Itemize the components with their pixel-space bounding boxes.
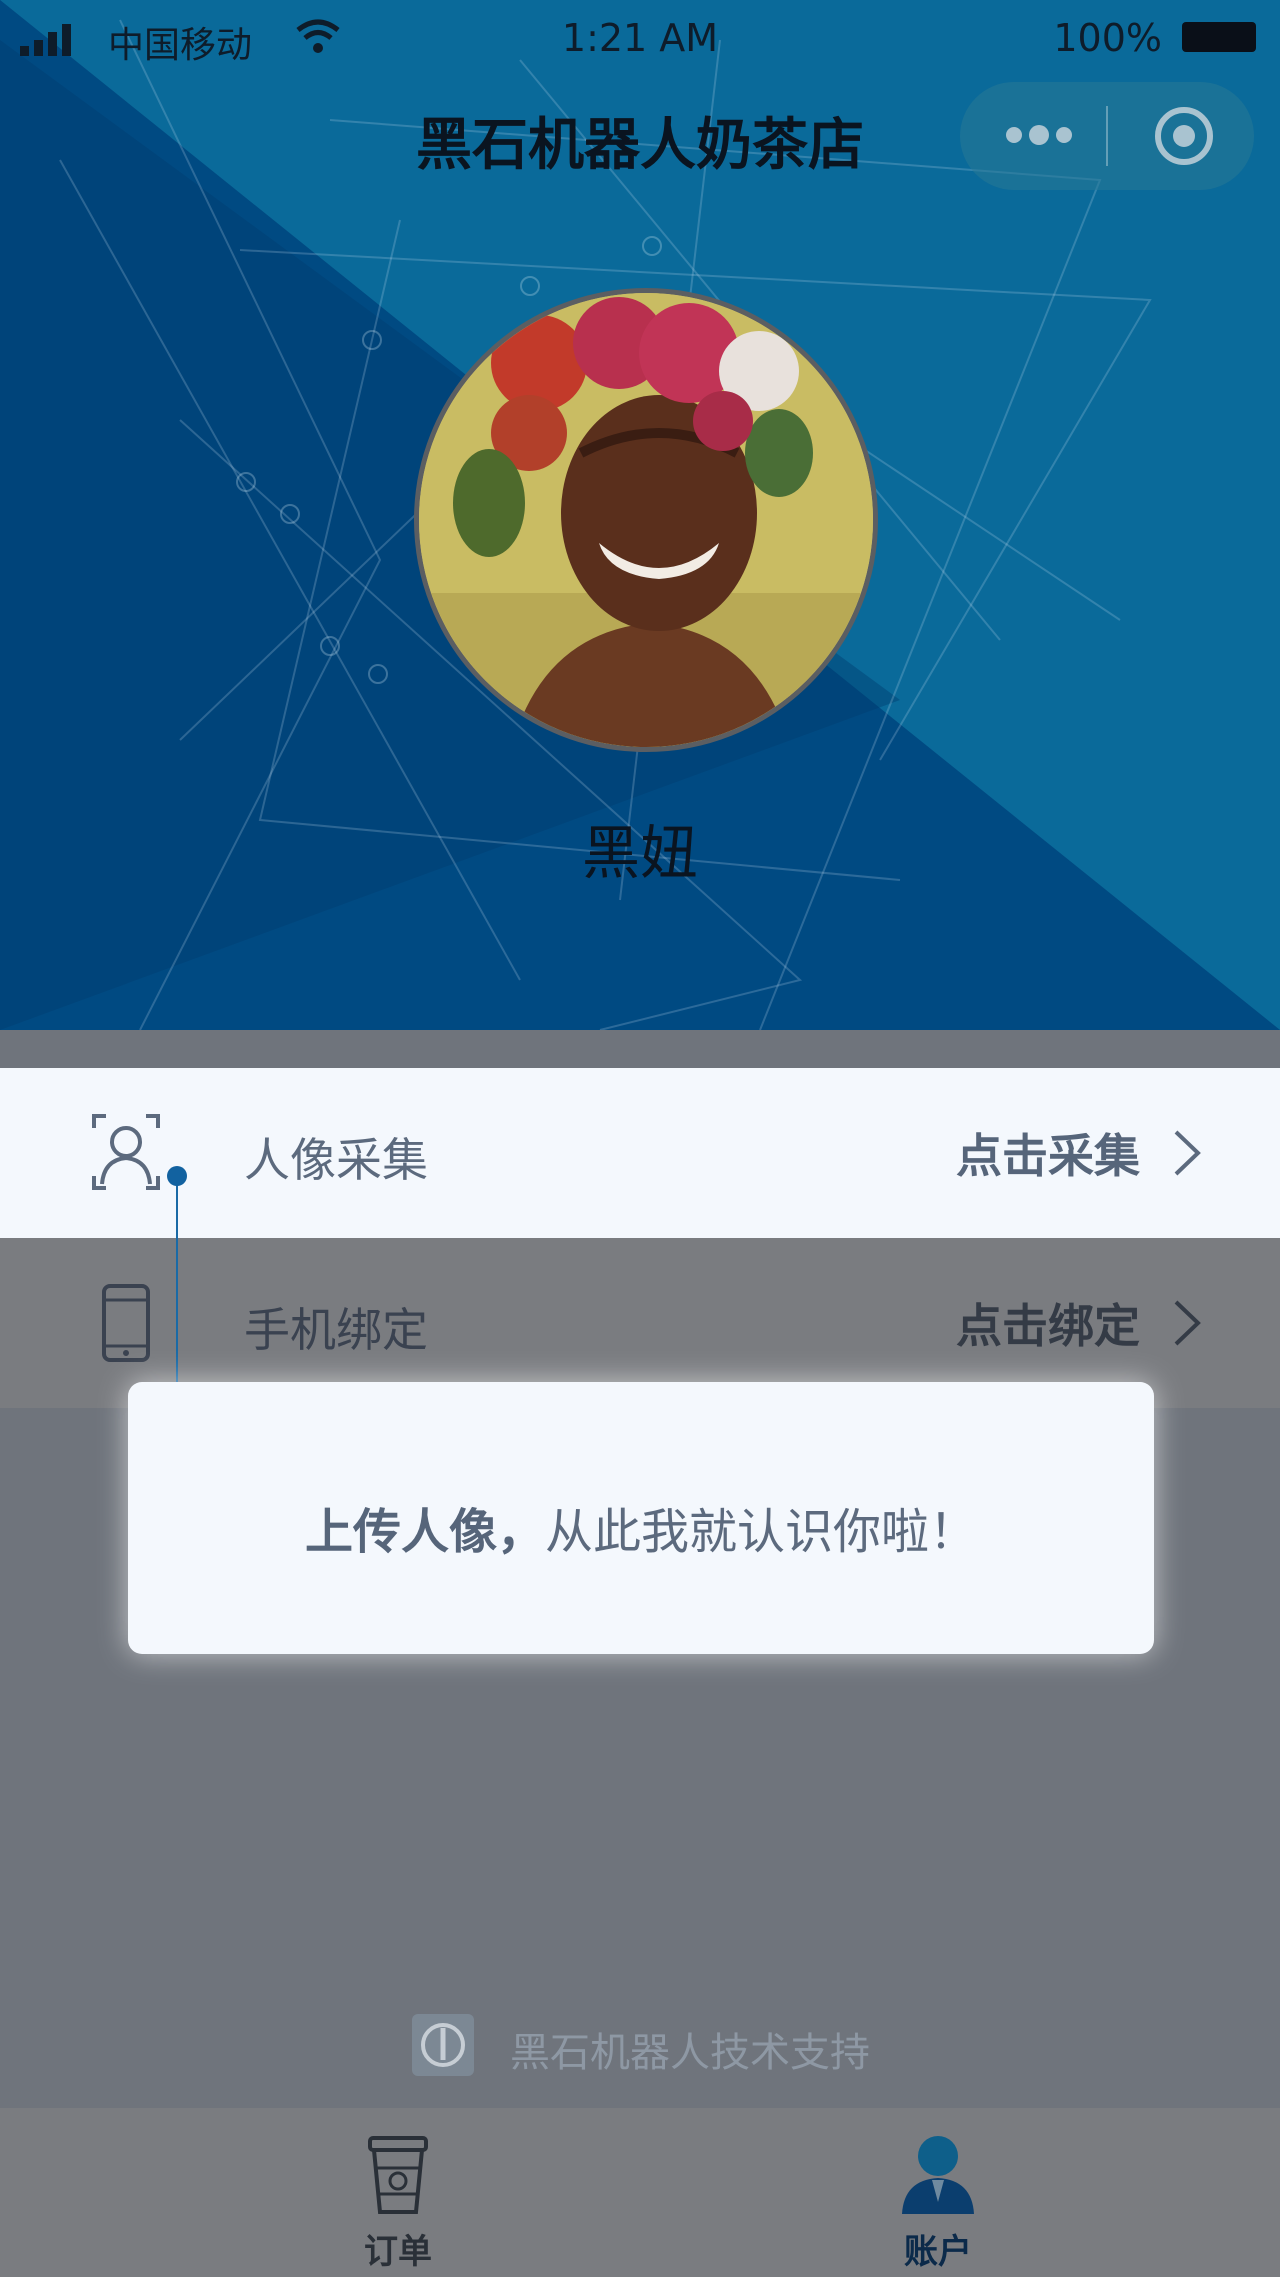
face-scan-icon: [92, 1114, 160, 1190]
avatar[interactable]: [414, 288, 878, 752]
miniprogram-capsule[interactable]: [960, 82, 1254, 190]
guide-pointer-dot: [167, 1166, 187, 1186]
cup-icon: [368, 2136, 428, 2214]
more-icon[interactable]: [1004, 120, 1074, 150]
battery-icon: [1182, 22, 1256, 52]
phone-binding-label: 手机绑定: [244, 1303, 428, 1357]
brand-mark: [421, 2023, 465, 2067]
profile-header: 中国移动 1:21 AM 100% 黑石机器人奶茶店 黑妞: [0, 0, 1280, 1030]
tech-support: 黑石机器人技术支持: [0, 2010, 1280, 2080]
guide-pointer-line: [176, 1178, 178, 1388]
guide-tooltip-text: 上传人像，从此我就认识你啦！: [128, 1492, 1154, 1562]
username: 黑妞: [581, 819, 698, 887]
tech-support-text: 黑石机器人技术支持: [510, 2030, 870, 2076]
battery-percent: 100%: [1053, 16, 1162, 60]
tab-bar: 订单 账户: [0, 2108, 1280, 2277]
status-bar: 中国移动 1:21 AM 100%: [0, 0, 1280, 80]
brand-logo-icon: [412, 2014, 474, 2076]
face-capture-action[interactable]: 点击采集: [956, 1120, 1140, 1186]
phone-icon: [102, 1284, 150, 1362]
guide-tooltip-rest: 从此我就认识你啦！: [545, 1504, 978, 1560]
tab-account-label: 账户: [904, 2232, 972, 2272]
user-icon: [902, 2136, 974, 2214]
face-capture-label: 人像采集: [244, 1133, 428, 1187]
phone-binding-action[interactable]: 点击绑定: [956, 1290, 1140, 1356]
tab-orders[interactable]: 订单: [198, 2108, 598, 2277]
guide-tooltip[interactable]: 上传人像，从此我就认识你啦！: [128, 1382, 1154, 1654]
tab-orders-label: 订单: [364, 2232, 432, 2272]
tab-account[interactable]: 账户: [738, 2108, 1138, 2277]
chevron-right-icon: [1174, 1300, 1201, 1346]
chevron-right-icon: [1174, 1130, 1201, 1176]
capsule-divider: [1106, 106, 1108, 166]
avatar-image: [419, 293, 873, 747]
face-capture-row[interactable]: 人像采集 点击采集: [0, 1068, 1280, 1238]
close-target-icon[interactable]: [1152, 104, 1216, 168]
guide-tooltip-bold: 上传人像，: [304, 1504, 545, 1560]
